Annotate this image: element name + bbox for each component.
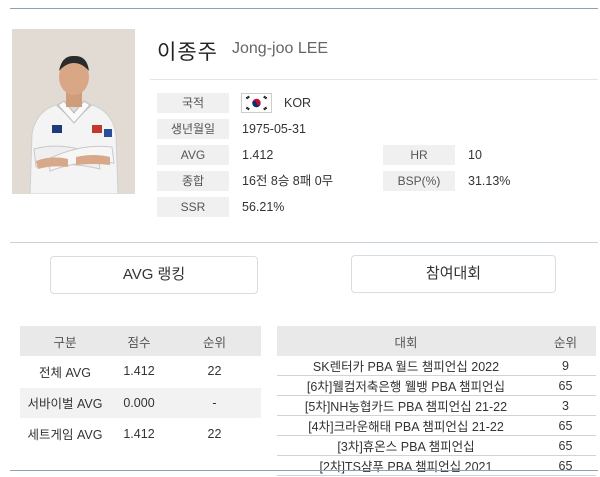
table-row[interactable]: [5차]NH농협카드 PBA 챔피언십 21-22 3 <box>277 395 596 416</box>
column-header-tournament: 대회 <box>277 326 535 356</box>
column-header-rank: 순위 <box>168 326 261 356</box>
row-category: 서바이벌 AVG <box>20 387 110 419</box>
table-row: 서바이벌 AVG 0.000 - <box>20 387 261 419</box>
nationality-value: KOR <box>284 96 312 110</box>
row-score: 1.412 <box>110 418 168 450</box>
bottom-divider <box>10 470 598 471</box>
bsp-value: 31.13% <box>468 174 511 188</box>
tournament-rank: 65 <box>535 455 596 476</box>
tournament-rank: 65 <box>535 375 596 396</box>
row-rank: 22 <box>168 356 261 388</box>
tournament-name[interactable]: [2차]TS샴푸 PBA 챔피언십 2021 <box>277 455 535 476</box>
avg-value: 1.412 <box>242 148 274 162</box>
row-score: 1.412 <box>110 356 168 388</box>
nationality-label: 국적 <box>157 93 229 113</box>
tournament-name[interactable]: [4차]크라운해태 PBA 챔피언십 21-22 <box>277 415 535 436</box>
record-label: 종합 <box>157 171 229 191</box>
player-name-korean: 이종주 <box>157 41 218 64</box>
column-header-rank: 순위 <box>535 326 596 356</box>
tournament-rank: 9 <box>535 356 596 376</box>
birth-value: 1975-05-31 <box>242 122 306 136</box>
birth-label: 생년월일 <box>157 119 229 139</box>
hr-value: 10 <box>468 148 482 162</box>
hr-label: HR <box>383 145 455 165</box>
table-row: 세트게임 AVG 1.412 22 <box>20 418 261 450</box>
row-score: 0.000 <box>110 387 168 419</box>
row-category: 세트게임 AVG <box>20 418 110 450</box>
table-row[interactable]: [2차]TS샴푸 PBA 챔피언십 2021 65 <box>277 455 596 476</box>
ssr-label: SSR <box>157 197 229 217</box>
row-category: 전체 AVG <box>20 356 110 388</box>
table-row: 전체 AVG 1.412 22 <box>20 356 261 388</box>
row-rank: - <box>168 387 261 419</box>
player-photo <box>12 29 135 194</box>
tournament-name[interactable]: [3차]휴온스 PBA 챔피언십 <box>277 435 535 456</box>
tournament-name[interactable]: [5차]NH농협카드 PBA 챔피언십 21-22 <box>277 395 535 416</box>
tournament-rank: 65 <box>535 415 596 436</box>
ssr-value: 56.21% <box>242 200 285 214</box>
table-row[interactable]: [4차]크라운해태 PBA 챔피언십 21-22 65 <box>277 415 596 436</box>
avg-ranking-table: 구분 점수 순위 전체 AVG 1.412 22 서바이벌 AVG 0.000 … <box>20 326 261 450</box>
table-row[interactable]: SK렌터카 PBA 월드 챔피언십 2022 9 <box>277 356 596 376</box>
tournament-rank: 65 <box>535 435 596 456</box>
column-header-score: 점수 <box>110 326 168 356</box>
table-row[interactable]: [3차]휴온스 PBA 챔피언십 65 <box>277 435 596 456</box>
tournaments-button[interactable]: 참여대회 <box>351 255 556 293</box>
section-divider <box>10 242 598 243</box>
tournament-name[interactable]: SK렌터카 PBA 월드 챔피언십 2022 <box>277 356 535 376</box>
table-header-row: 구분 점수 순위 <box>20 326 261 356</box>
tournament-table: 대회 순위 SK렌터카 PBA 월드 챔피언십 2022 9 [6차]웰컴저축은… <box>277 326 596 476</box>
table-row[interactable]: [6차]웰컴저축은행 웰뱅 PBA 챔피언십 65 <box>277 375 596 396</box>
tournament-rank: 3 <box>535 395 596 416</box>
tournament-name[interactable]: [6차]웰컴저축은행 웰뱅 PBA 챔피언십 <box>277 375 535 396</box>
name-divider <box>150 79 598 80</box>
south-korea-flag-icon <box>241 93 272 113</box>
record-value: 16전 8승 8패 0무 <box>242 174 334 188</box>
avg-ranking-button[interactable]: AVG 랭킹 <box>50 256 258 294</box>
top-divider <box>10 8 598 9</box>
table-header-row: 대회 순위 <box>277 326 596 356</box>
player-name-english: Jong-joo LEE <box>232 40 329 57</box>
avg-label: AVG <box>157 145 229 165</box>
bsp-label: BSP(%) <box>383 171 455 191</box>
row-rank: 22 <box>168 418 261 450</box>
column-header-category: 구분 <box>20 326 110 356</box>
